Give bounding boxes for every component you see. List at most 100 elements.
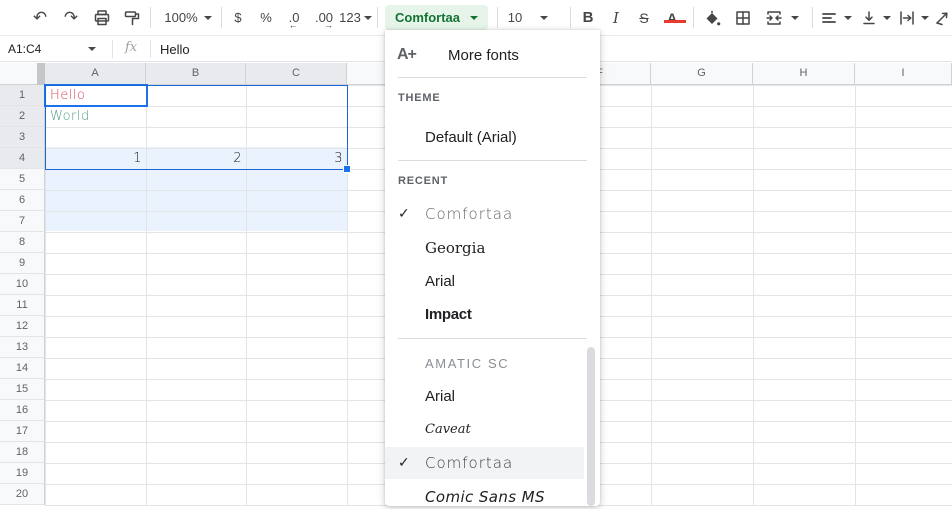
fill-handle[interactable] — [343, 165, 351, 173]
number-format-icon: 123 — [339, 10, 361, 25]
bold-icon: B — [583, 9, 594, 26]
row-header-10[interactable]: 10 — [0, 274, 45, 295]
redo-button[interactable]: ↷ — [57, 0, 85, 35]
toolbar-divider — [497, 7, 498, 28]
paint-format-button[interactable] — [118, 0, 146, 35]
undo-button[interactable]: ↶ — [26, 0, 54, 35]
font-family-selector[interactable]: Comfortaa — [385, 5, 488, 30]
format-currency-button[interactable]: $ — [226, 0, 250, 35]
row-header-6[interactable]: 6 — [0, 190, 45, 211]
cell-b4[interactable]: 2 — [147, 148, 246, 169]
row-header-17[interactable]: 17 — [0, 421, 45, 442]
horizontal-align-icon — [820, 9, 838, 27]
menu-item-default-arial[interactable]: Default (Arial) — [385, 125, 584, 149]
chevron-down-icon — [883, 16, 891, 20]
toolbar-divider — [377, 7, 378, 28]
more-formats-dropdown[interactable] — [362, 0, 374, 35]
column-header-a[interactable]: A — [45, 63, 146, 85]
row-header-11[interactable]: 11 — [0, 295, 45, 316]
horizontal-align-button[interactable] — [816, 0, 842, 35]
menu-item-comfortaa-recent[interactable]: ✓ Comfortaa — [385, 202, 584, 226]
fill-color-button[interactable] — [697, 0, 727, 35]
row-header-8[interactable]: 8 — [0, 232, 45, 253]
cell-a4[interactable]: 1 — [46, 148, 146, 169]
menu-item-comfortaa-selected[interactable]: ✓ Comfortaa — [385, 447, 584, 479]
column-header-i[interactable]: I — [855, 63, 952, 85]
zoom-control[interactable]: 100% — [158, 0, 204, 35]
gridline-vertical — [246, 63, 247, 506]
menu-scrollbar-thumb[interactable] — [587, 347, 595, 506]
italic-button[interactable]: I — [602, 0, 630, 35]
row-header-18[interactable]: 18 — [0, 442, 45, 463]
menu-item-label: Arial — [425, 273, 455, 290]
chevron-down-icon[interactable] — [88, 47, 96, 51]
row-header-4[interactable]: 4 — [0, 148, 45, 169]
paint-format-icon — [123, 9, 141, 27]
toolbar-divider — [221, 7, 222, 28]
merge-cells-dropdown[interactable] — [789, 0, 801, 35]
print-button[interactable] — [88, 0, 116, 35]
menu-item-arial-recent[interactable]: Arial — [385, 269, 584, 293]
vertical-align-dropdown[interactable] — [881, 0, 893, 35]
menu-item-georgia[interactable]: Georgia — [385, 236, 584, 260]
menu-item-comic-sans[interactable]: Comic Sans MS — [385, 485, 584, 509]
format-percent-button[interactable]: % — [254, 0, 278, 35]
formula-input[interactable]: Hello — [160, 42, 190, 57]
column-header-h[interactable]: H — [753, 63, 855, 85]
text-wrap-button[interactable] — [894, 0, 920, 35]
borders-button[interactable] — [728, 0, 758, 35]
percent-icon: % — [260, 10, 272, 25]
column-header-c[interactable]: C — [246, 63, 347, 85]
menu-divider — [398, 338, 587, 339]
toolbar-divider — [693, 7, 694, 28]
row-header-1[interactable]: 1 — [0, 85, 45, 106]
row-header-2[interactable]: 2 — [0, 106, 45, 127]
section-label-theme: THEME — [398, 92, 441, 104]
row-header-5[interactable]: 5 — [0, 169, 45, 190]
row-header-7[interactable]: 7 — [0, 211, 45, 232]
increase-decimal-icon: .00→ — [315, 10, 333, 25]
cell-c4[interactable]: 3 — [247, 148, 347, 169]
row-header-20[interactable]: 20 — [0, 484, 45, 505]
menu-item-more-fonts[interactable]: A+ More fonts — [385, 40, 584, 70]
column-header-b[interactable]: B — [146, 63, 246, 85]
row-header-9[interactable]: 9 — [0, 253, 45, 274]
cell-a1[interactable]: Hello — [46, 85, 146, 106]
more-formats-button[interactable]: 123 — [336, 0, 364, 35]
row-header-16[interactable]: 16 — [0, 400, 45, 421]
merge-cells-button[interactable] — [759, 0, 789, 35]
chevron-down-icon — [540, 16, 548, 20]
cell-a2[interactable]: World — [46, 106, 146, 127]
strikethrough-button[interactable]: S — [630, 0, 658, 35]
vertical-align-button[interactable] — [856, 0, 882, 35]
row-header-13[interactable]: 13 — [0, 337, 45, 358]
menu-item-impact[interactable]: Impact — [385, 302, 584, 326]
increase-decimal-button[interactable]: .00→ — [309, 0, 339, 35]
vertical-align-icon — [860, 9, 878, 27]
italic-icon: I — [613, 9, 619, 27]
row-header-19[interactable]: 19 — [0, 463, 45, 484]
borders-icon — [734, 9, 752, 27]
decrease-decimal-button[interactable]: .0← — [281, 0, 307, 35]
row-header-3[interactable]: 3 — [0, 127, 45, 148]
menu-item-label: Georgia — [425, 239, 485, 257]
row-header-12[interactable]: 12 — [0, 316, 45, 337]
menu-item-amatic-sc[interactable]: Amatic SC — [385, 352, 584, 374]
toolbar-divider — [150, 7, 151, 28]
row-header-14[interactable]: 14 — [0, 358, 45, 379]
formula-bar-divider — [150, 40, 151, 58]
menu-item-arial[interactable]: Arial — [385, 385, 584, 407]
horizontal-align-dropdown[interactable] — [842, 0, 854, 35]
text-color-button[interactable]: A — [658, 0, 686, 35]
zoom-dropdown[interactable] — [202, 0, 214, 35]
print-icon — [93, 9, 111, 27]
menu-item-caveat[interactable]: Caveat — [385, 418, 584, 440]
gridline-vertical — [45, 63, 46, 506]
text-wrap-dropdown[interactable] — [919, 0, 931, 35]
check-icon: ✓ — [398, 206, 414, 222]
corner-selection-strip — [37, 63, 45, 85]
column-header-g[interactable]: G — [651, 63, 753, 85]
text-rotation-button[interactable] — [931, 0, 952, 35]
name-box[interactable]: A1:C4 — [8, 36, 41, 62]
row-header-15[interactable]: 15 — [0, 379, 45, 400]
